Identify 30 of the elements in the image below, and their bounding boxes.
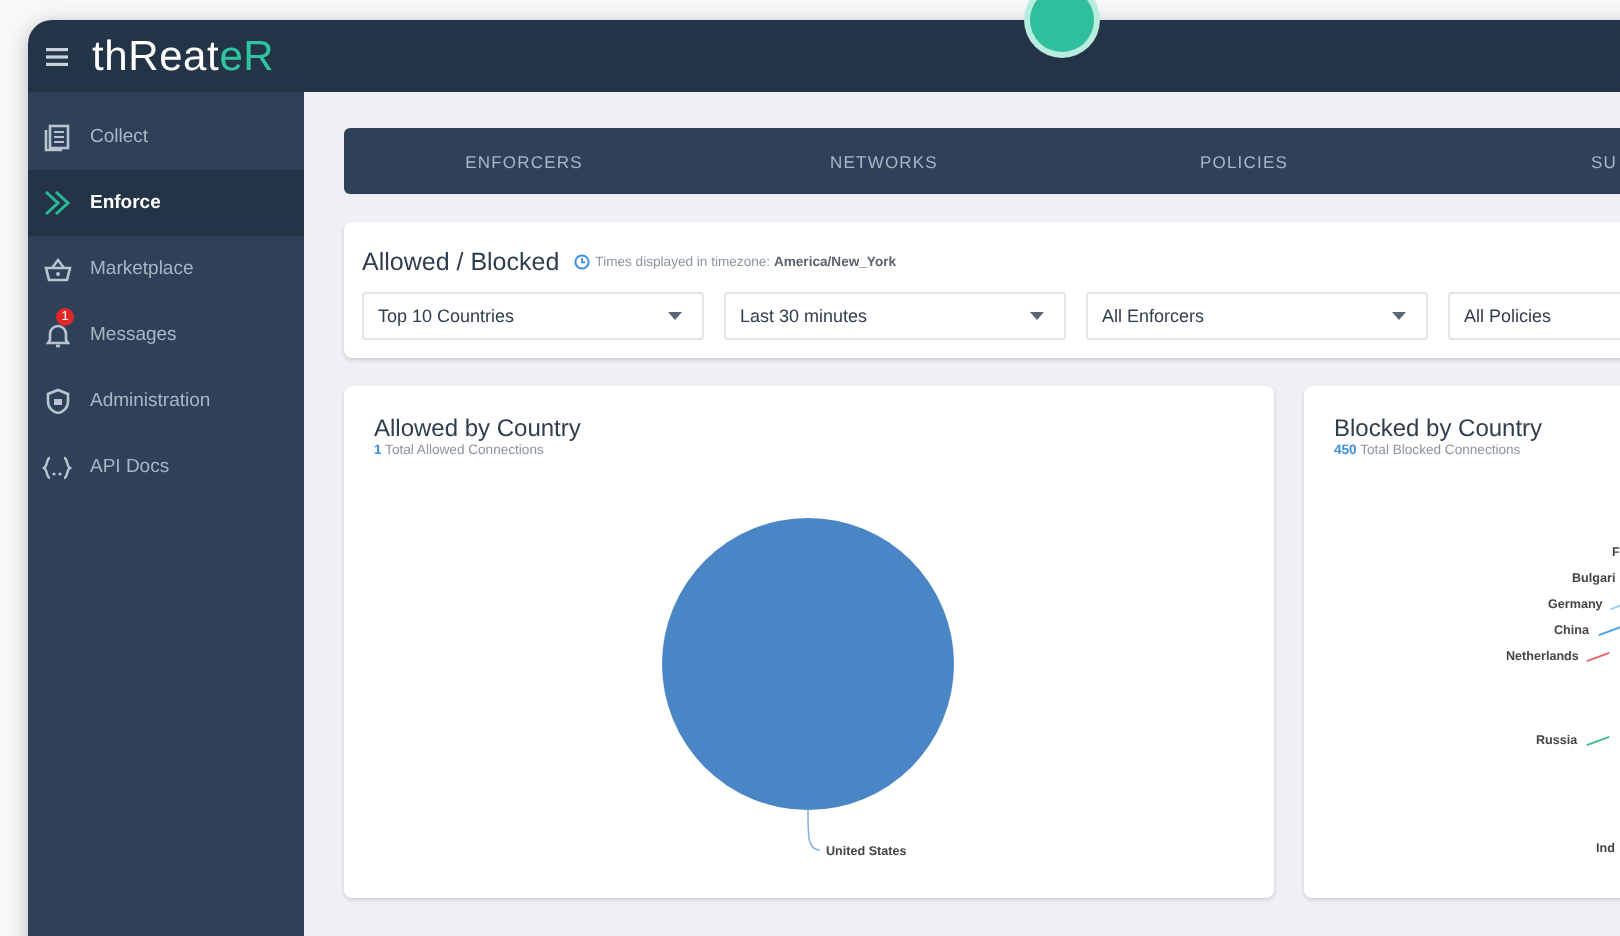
chevrons-icon <box>43 190 71 216</box>
logo: thReateR <box>92 35 275 77</box>
basket-icon <box>43 257 71 281</box>
sidebar-item[interactable]: Collect <box>28 104 304 170</box>
sidebar-item[interactable]: Marketplace <box>28 236 304 302</box>
leader-line <box>807 809 821 851</box>
camera-dot-icon <box>1030 0 1094 52</box>
tab[interactable]: POLICIES <box>1064 151 1424 171</box>
card-title: Allowed / Blocked <box>362 248 560 276</box>
tab[interactable]: ENFORCERS <box>344 151 704 171</box>
dropdown[interactable]: All Policies <box>1448 292 1620 340</box>
sidebar-item[interactable]: API Docs <box>28 434 304 500</box>
caret-icon <box>1030 312 1044 320</box>
shield-icon <box>45 388 69 414</box>
braces-icon <box>42 455 72 479</box>
caret-icon <box>1392 312 1406 320</box>
dropdown[interactable]: Last 30 minutes <box>724 292 1066 340</box>
clock-icon <box>573 254 590 270</box>
tab[interactable]: NETWORKS <box>704 151 1064 171</box>
menu-icon[interactable] <box>46 47 68 65</box>
dropdown[interactable]: All Enforcers <box>1086 292 1428 340</box>
sidebar-item[interactable]: Enforce <box>28 170 304 236</box>
dropdown[interactable]: Top 10 Countries <box>362 292 704 340</box>
bell-icon <box>45 322 69 348</box>
document-icon <box>44 123 70 151</box>
caret-icon <box>668 312 682 320</box>
sidebar-item[interactable]: Administration <box>28 368 304 434</box>
chart-title: Allowed by Country <box>374 414 583 442</box>
tab[interactable]: SU <box>1424 151 1620 171</box>
chart-title: Blocked by Country <box>1334 414 1545 442</box>
